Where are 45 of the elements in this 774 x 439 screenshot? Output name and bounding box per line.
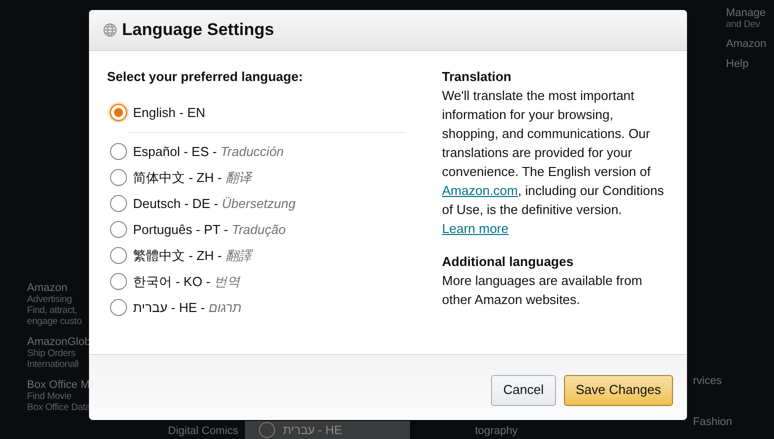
footer-link[interactable]: Amazon [726, 39, 766, 50]
language-option[interactable]: 繁體中文 - ZH - 翻譯 [133, 246, 252, 266]
footer-link[interactable]: tography [475, 426, 518, 437]
footer-link-caption: and Dev [726, 19, 761, 30]
radio-button[interactable] [110, 143, 127, 160]
language-option[interactable]: Português - PT - Tradução [133, 220, 286, 240]
language-option[interactable]: Español - ES - Traducción [133, 142, 284, 162]
footer-link-caption: engage custo [27, 316, 83, 327]
footer-link[interactable]: Digital Comics [168, 426, 238, 437]
translation-text: We'll translate the most important information for your browsing, shopping, and communications. Our translations are provided for your convenience. The English version of Amazon.com, including our Conditions of Use, is the definitive version. Learn more [442, 87, 665, 238]
footer-link[interactable]: Manage [726, 8, 766, 19]
footer-link-caption: Ship Orders [27, 348, 76, 359]
footer-link-caption: Internationall [27, 359, 80, 370]
section-heading: Translation [442, 68, 512, 86]
radio-button[interactable] [110, 169, 127, 186]
globe-icon [103, 23, 117, 37]
footer-link[interactable]: Fashion [693, 417, 732, 428]
language-option[interactable]: 한국어 - KO - 번역 [133, 272, 240, 292]
section-heading: Additional languages [442, 253, 574, 271]
prompt-label: Select your preferred language: [107, 68, 304, 86]
cancel-button[interactable]: Cancel [491, 374, 556, 406]
radio-button[interactable] [110, 247, 127, 264]
footer-link-caption: Find Movie [27, 391, 72, 402]
dialog-title: Language Settings [122, 19, 274, 42]
language-label: עברית - HE [283, 422, 342, 438]
footer-link[interactable]: AmazonGlob [27, 337, 91, 348]
radio-button[interactable] [110, 104, 127, 121]
footer-link-caption: Advertising [27, 294, 73, 305]
radio-button[interactable] [110, 221, 127, 238]
language-option[interactable]: English - EN [133, 102, 206, 122]
radio-button[interactable] [110, 195, 127, 212]
footer-link[interactable]: Help [726, 59, 766, 70]
footer-link-caption: Find, attract, [27, 305, 78, 316]
save-button[interactable]: Save Changes [564, 374, 673, 406]
additional-text: More languages are available from other Amazon websites. [442, 272, 644, 309]
radio-button[interactable] [110, 299, 127, 316]
language-option[interactable]: Deutsch - DE - Übersetzung [133, 194, 296, 214]
radio-button[interactable] [110, 273, 127, 290]
learn-more-link[interactable]: Learn more [442, 221, 508, 236]
footer-link[interactable]: Amazon [27, 283, 91, 294]
footer-link[interactable]: rvices [693, 376, 732, 387]
footer-link[interactable]: Box Office M [27, 380, 91, 391]
link[interactable]: Amazon.com [442, 183, 518, 198]
language-option[interactable]: 简体中文 - ZH - 翻译 [133, 168, 252, 188]
language-option[interactable]: עברית - HE - תרגום [133, 298, 242, 318]
